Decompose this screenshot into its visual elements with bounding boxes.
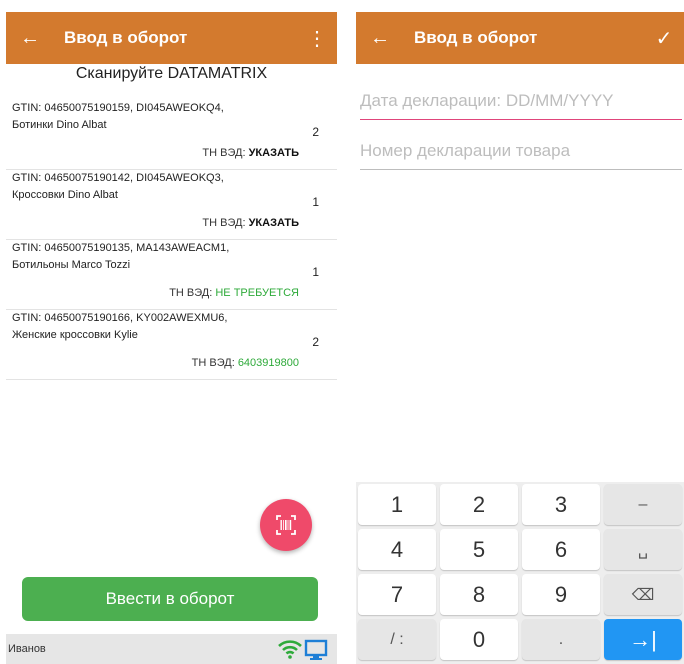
scan-screen: ← Ввод в оборот ⋮ Сканируйте DATAMATRIX …	[6, 12, 337, 664]
key-8[interactable]: 8	[440, 574, 518, 615]
item-quantity: 2	[312, 335, 319, 349]
product-list: GTIN: 04650075190159, DI045AWEOKQ4, Боти…	[6, 100, 337, 380]
back-arrow-icon[interactable]: ←	[6, 12, 54, 64]
item-tnved: ТН ВЭД: УКАЗАТЬ	[202, 217, 299, 229]
declaration-date-field[interactable]: Дата декларации: DD/MM/YYYY	[360, 86, 682, 120]
scan-fab-button[interactable]	[260, 499, 312, 551]
item-gtin: GTIN: 04650075190135, MA143AWEACM1,	[12, 242, 230, 254]
key-9[interactable]: 9	[522, 574, 600, 615]
check-icon[interactable]: ✓	[644, 26, 684, 51]
more-vert-icon[interactable]: ⋮	[297, 26, 337, 51]
item-quantity: 1	[312, 195, 319, 209]
item-name: Ботильоны Marco Tozzi	[12, 259, 131, 271]
status-bar: Иванов	[6, 634, 337, 664]
key-4[interactable]: 4	[358, 529, 436, 570]
barcode-scan-icon	[276, 515, 296, 535]
key-3[interactable]: 3	[522, 484, 600, 525]
key-6[interactable]: 6	[522, 529, 600, 570]
key-0[interactable]: 0	[440, 619, 518, 660]
user-name: Иванов	[8, 643, 46, 655]
next-key-icon[interactable]: →|	[604, 619, 682, 660]
key-dot[interactable]: .	[522, 619, 600, 660]
key-slash-colon[interactable]: / :	[358, 619, 436, 660]
item-gtin: GTIN: 04650075190142, DI045AWEOKQ3,	[12, 172, 224, 184]
item-gtin: GTIN: 04650075190166, KY002AWEXMU6,	[12, 312, 228, 324]
item-name: Кроссовки Dino Albat	[12, 189, 118, 201]
key-minus[interactable]: –	[604, 484, 682, 525]
scan-instruction: Сканируйте DATAMATRIX	[75, 65, 268, 82]
item-tnved: ТН ВЭД: НЕ ТРЕБУЕТСЯ	[169, 287, 299, 299]
back-arrow-icon[interactable]: ←	[356, 12, 404, 64]
declaration-number-field[interactable]: Номер декларации товара	[360, 136, 682, 170]
list-item[interactable]: GTIN: 04650075190166, KY002AWEXMU6, Женс…	[6, 310, 337, 380]
item-gtin: GTIN: 04650075190159, DI045AWEOKQ4,	[12, 102, 224, 114]
tnved-value: НЕ ТРЕБУЕТСЯ	[215, 287, 299, 299]
item-name: Женские кроссовки Kylie	[12, 329, 138, 341]
key-7[interactable]: 7	[358, 574, 436, 615]
space-key-icon[interactable]: ␣	[604, 529, 682, 570]
app-bar: ← Ввод в оборот ✓	[356, 12, 684, 64]
declaration-screen: ← Ввод в оборот ✓ Дата декларации: DD/MM…	[356, 12, 684, 664]
tnved-label: ТН ВЭД:	[169, 287, 213, 299]
key-1[interactable]: 1	[358, 484, 436, 525]
key-2[interactable]: 2	[440, 484, 518, 525]
enter-circulation-button[interactable]: Ввести в оборот	[22, 577, 318, 621]
tnved-value[interactable]: УКАЗАТЬ	[249, 217, 299, 229]
key-5[interactable]: 5	[440, 529, 518, 570]
item-quantity: 1	[312, 265, 319, 279]
app-bar-title: Ввод в оборот	[414, 28, 538, 47]
list-item[interactable]: GTIN: 04650075190135, MA143AWEACM1, Боти…	[6, 240, 337, 310]
backspace-key-icon[interactable]: ⌫	[604, 574, 682, 615]
list-item[interactable]: GTIN: 04650075190159, DI045AWEOKQ4, Боти…	[6, 100, 337, 170]
monitor-icon	[304, 639, 328, 660]
item-quantity: 2	[312, 125, 319, 139]
tnved-value[interactable]: УКАЗАТЬ	[249, 147, 299, 159]
item-tnved: ТН ВЭД: 6403919800	[192, 357, 299, 369]
tnved-value: 6403919800	[237, 357, 299, 369]
list-item[interactable]: GTIN: 04650075190142, DI045AWEOKQ3, Крос…	[6, 170, 337, 240]
item-tnved: ТН ВЭД: УКАЗАТЬ	[202, 147, 299, 159]
tnved-label: ТН ВЭД:	[191, 357, 235, 369]
tnved-label: ТН ВЭД:	[202, 147, 246, 159]
numeric-keypad: 1 2 3 – 4 5 6 ␣ 7 8 9 ⌫ / : 0 . →|	[356, 482, 684, 664]
item-name: Ботинки Dino Albat	[12, 119, 107, 131]
tnved-label: ТН ВЭД:	[202, 217, 246, 229]
wifi-icon	[278, 640, 302, 659]
app-bar-title: Ввод в оборот	[64, 28, 188, 47]
app-bar: ← Ввод в оборот ⋮	[6, 12, 337, 64]
